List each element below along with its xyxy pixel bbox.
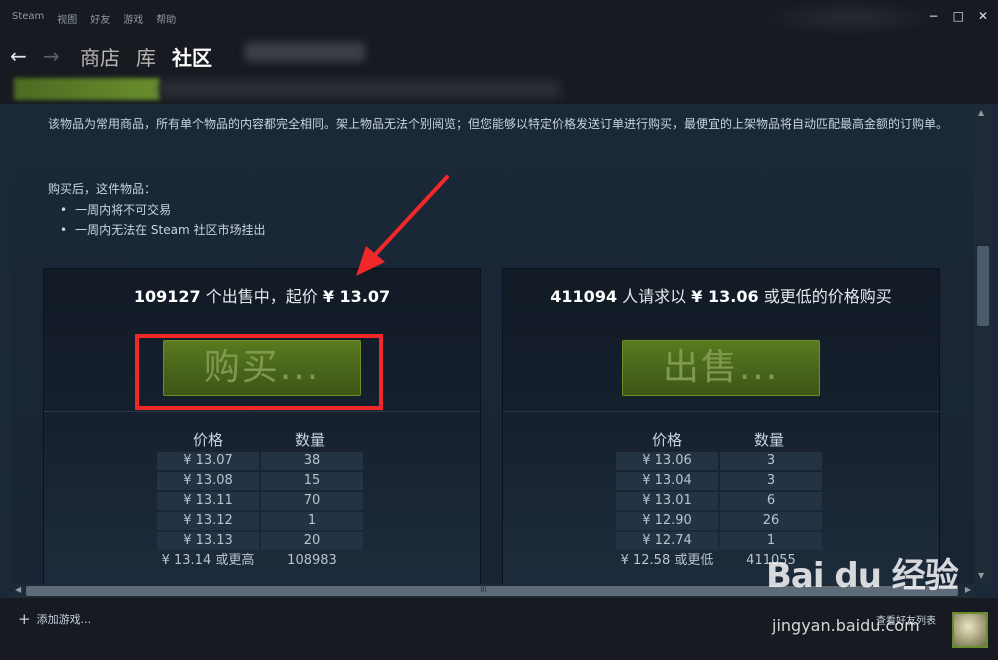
commodity-description: 该物品为常用商品，所有单个物品的内容都完全相同。架上物品无法个别阅览；但您能够以… <box>48 117 949 131</box>
menu-friends[interactable]: 好友 <box>90 11 110 26</box>
menu-games[interactable]: 游戏 <box>123 11 143 26</box>
blurred-breadcrumb <box>14 78 160 100</box>
row-quantity: 70 <box>261 492 363 510</box>
row-quantity: 3 <box>720 472 822 490</box>
sell-start-price: ¥ 13.07 <box>322 287 391 306</box>
baidu-watermark: Bai du 经验 jingyan.baidu.com <box>766 548 966 638</box>
buy-count: 411094 <box>550 287 618 306</box>
add-game-label: 添加游戏... <box>36 613 92 626</box>
row-price: ¥ 13.14 或更高 <box>161 553 255 568</box>
row-price: ¥ 13.11 <box>157 492 259 510</box>
nav-store[interactable]: 商店 <box>80 42 120 71</box>
minimize-icon[interactable]: − <box>929 9 939 23</box>
table-row: ¥ 13.12 1 <box>157 511 367 531</box>
forward-arrow-icon[interactable]: → <box>43 44 60 68</box>
watermark-url: jingyan.baidu.com <box>772 616 920 635</box>
table-row: ¥ 13.06 3 <box>616 451 826 471</box>
row-quantity: 26 <box>720 512 822 530</box>
buy-summary: 411094 人请求以 ¥ 13.06 或更低的价格购买 <box>503 283 939 307</box>
table-row: ¥ 13.01 6 <box>616 491 826 511</box>
column-header-quantity: 数量 <box>294 431 325 449</box>
scroll-grip-icon: ||| <box>480 583 487 593</box>
menu-help[interactable]: 帮助 <box>156 11 176 26</box>
scroll-down-icon[interactable]: ▼ <box>978 571 984 580</box>
row-quantity: 1 <box>261 512 363 530</box>
table-row: ¥ 13.13 20 <box>157 531 367 551</box>
after-purchase-title: 购买后，这件物品： <box>48 182 157 196</box>
row-quantity: 3 <box>720 452 822 470</box>
buy-orders-panel: 411094 人请求以 ¥ 13.06 或更低的价格购买 出售... 价格 数量… <box>502 268 940 584</box>
scroll-up-icon[interactable]: ▲ <box>978 108 984 117</box>
sell-text: 个出售中，起价 <box>205 287 318 306</box>
row-quantity: 6 <box>720 492 822 510</box>
nav-community[interactable]: 社区 <box>172 42 212 71</box>
table-row: ¥ 12.90 26 <box>616 511 826 531</box>
column-header-price: 价格 <box>651 431 682 449</box>
scroll-thumb[interactable] <box>977 246 989 326</box>
menu-steam[interactable]: Steam <box>12 11 44 26</box>
row-quantity: 108983 <box>287 553 337 568</box>
divider <box>503 411 939 412</box>
column-header-quantity: 数量 <box>753 431 784 449</box>
back-arrow-icon[interactable]: ← <box>10 44 27 68</box>
row-price: ¥ 13.01 <box>616 492 718 510</box>
sell-listings-panel: 109127 个出售中，起价 ¥ 13.07 购买... 价格 数量 ¥ 13.… <box>43 268 481 584</box>
maximize-icon[interactable]: □ <box>953 9 964 23</box>
table-row: ¥ 13.11 70 <box>157 491 367 511</box>
annotation-highlight-box <box>135 334 383 410</box>
sell-button[interactable]: 出售... <box>622 340 820 396</box>
row-price: ¥ 13.13 <box>157 532 259 550</box>
menu-view[interactable]: 视图 <box>57 11 77 26</box>
title-bar: Steam 视图 好友 游戏 帮助 − □ ✕ <box>0 0 998 36</box>
row-price: ¥ 13.06 <box>616 452 718 470</box>
table-row: ¥ 13.04 3 <box>616 471 826 491</box>
nav-bar: ← → 商店 库 社区 <box>0 36 998 76</box>
row-price: ¥ 13.12 <box>157 512 259 530</box>
table-footer-row: ¥ 13.14 或更高 108983 <box>157 551 367 571</box>
row-quantity: 38 <box>261 452 363 470</box>
nav-library[interactable]: 库 <box>136 42 156 71</box>
table-row: ¥ 13.07 38 <box>157 451 367 471</box>
row-price: ¥ 12.74 <box>616 532 718 550</box>
window-controls: − □ ✕ <box>929 9 988 23</box>
row-price: ¥ 13.04 <box>616 472 718 490</box>
column-header-price: 价格 <box>192 431 223 449</box>
add-game-button[interactable]: + 添加游戏... <box>18 610 91 628</box>
divider <box>44 411 480 412</box>
vertical-scrollbar[interactable]: ▲ ▼ <box>974 104 992 584</box>
blurred-breadcrumb-text <box>160 80 560 98</box>
row-price: ¥ 13.07 <box>157 452 259 470</box>
sell-order-table: 价格 数量 ¥ 13.07 38 ¥ 13.08 15 ¥ 13.11 70 ¥ 13… <box>157 429 367 571</box>
row-quantity: 20 <box>261 532 363 550</box>
blurred-username <box>245 42 365 62</box>
scroll-left-icon[interactable]: ◀ <box>15 585 21 594</box>
list-item: 一周内将不可交易 <box>74 200 265 220</box>
buy-text-suffix: 或更低的价格购买 <box>763 287 892 306</box>
list-item: 一周内无法在 Steam 社区市场挂出 <box>74 220 265 240</box>
close-icon[interactable]: ✕ <box>978 9 988 23</box>
row-price: ¥ 12.90 <box>616 512 718 530</box>
buy-text-prefix: 人请求以 <box>622 287 687 306</box>
row-price: ¥ 12.58 或更低 <box>620 553 714 568</box>
plus-icon: + <box>18 610 31 628</box>
watermark-logo: Bai du 经验 <box>766 556 959 596</box>
sell-count: 109127 <box>133 287 201 306</box>
row-quantity: 15 <box>261 472 363 490</box>
sell-summary: 109127 个出售中，起价 ¥ 13.07 <box>44 283 480 307</box>
buy-max-price: ¥ 13.06 <box>691 287 759 306</box>
table-row: ¥ 13.08 15 <box>157 471 367 491</box>
menu-bar: Steam 视图 好友 游戏 帮助 <box>12 11 176 26</box>
blurred-region <box>760 0 940 36</box>
after-purchase-list: 一周内将不可交易 一周内无法在 Steam 社区市场挂出 <box>74 200 265 240</box>
nav-links: 商店 库 社区 <box>80 42 212 71</box>
row-price: ¥ 13.08 <box>157 472 259 490</box>
